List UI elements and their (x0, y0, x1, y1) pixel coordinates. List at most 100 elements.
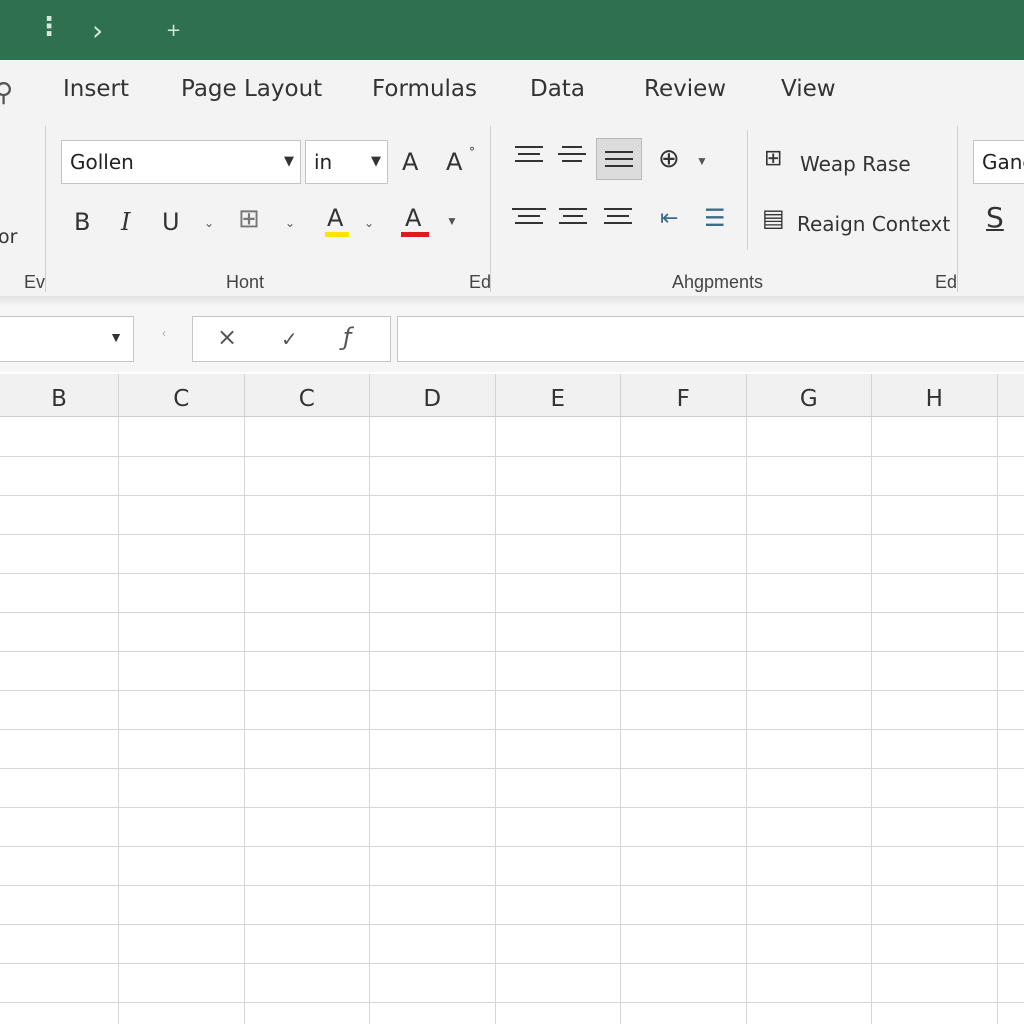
column-header[interactable]: C (245, 374, 370, 416)
grid-row-line (0, 573, 1024, 574)
chevron-right-icon[interactable]: › (92, 14, 103, 47)
grid-row-line (0, 651, 1024, 652)
grid-row-line (0, 495, 1024, 496)
font-group-label: Hont (226, 272, 265, 292)
font-name-combo[interactable]: Gollen ▼ (61, 140, 301, 184)
align-bottom-icon (605, 151, 633, 172)
formula-actions: × ✓ ƒ (192, 316, 391, 362)
chevron-down-icon[interactable]: ▼ (696, 154, 708, 168)
tab-formulas[interactable]: Formulas (372, 76, 477, 102)
grid-column-line (996, 417, 998, 1024)
name-box[interactable]: ▼ (0, 316, 134, 362)
insert-function-icon[interactable]: ƒ (343, 323, 351, 351)
font-size-combo[interactable]: in ▼ (305, 140, 388, 184)
add-icon[interactable]: + (166, 20, 181, 41)
formula-input[interactable] (397, 316, 1024, 362)
grid-row-line (0, 729, 1024, 730)
realign-button[interactable]: Reaign Context (797, 212, 950, 236)
formula-bar-handle-icon[interactable]: ‹ (162, 326, 166, 340)
chevron-down-icon[interactable]: ▼ (446, 214, 458, 228)
grid-row-line (0, 768, 1024, 769)
highlight-button[interactable]: A (327, 206, 343, 230)
chevron-down-icon[interactable]: ⌄ (285, 216, 295, 230)
orientation-icon[interactable]: ⊕ (658, 146, 680, 172)
grid-row-line (0, 846, 1024, 847)
chevron-down-icon[interactable]: ⌄ (204, 216, 214, 230)
enter-icon[interactable]: ✓ (281, 327, 298, 351)
tab-page-layout[interactable]: Page Layout (181, 76, 322, 102)
underline-button[interactable]: U (162, 210, 180, 234)
grid-row-line (0, 924, 1024, 925)
currency-button[interactable]: S (986, 204, 1004, 232)
font-group-label-right: Ed (469, 272, 492, 292)
grid-column-line (369, 417, 370, 1024)
list-indent-icon[interactable]: ☰ (704, 206, 726, 230)
tab-insert[interactable]: Insert (63, 76, 129, 102)
align-middle-icon[interactable] (558, 146, 586, 167)
grid-row-line (0, 612, 1024, 613)
tab-view[interactable]: View (781, 76, 836, 102)
align-right-icon[interactable] (604, 208, 632, 229)
cell-grid[interactable] (0, 417, 1024, 1024)
title-bar: ⋮ › + (0, 0, 1024, 60)
column-headers: BCCDEFGH (0, 374, 1024, 417)
grid-column-line (118, 417, 119, 1024)
grid-row-line (0, 1002, 1024, 1003)
column-header[interactable]: D (370, 374, 496, 416)
chevron-down-icon[interactable]: ▼ (284, 141, 294, 183)
column-header[interactable]: C (119, 374, 245, 416)
group-separator (45, 126, 46, 292)
font-color-button[interactable]: A (405, 206, 421, 230)
chevron-down-icon[interactable]: ▼ (371, 141, 381, 183)
grid-row-line (0, 534, 1024, 535)
decrease-indent-icon[interactable]: ⇤ (660, 208, 678, 230)
grid-column-line (243, 417, 245, 1024)
tab-data[interactable]: Data (530, 76, 585, 102)
grid-column-line (620, 417, 621, 1024)
column-header[interactable]: B (0, 374, 119, 416)
ribbon-tabs: ⚲ Insert Page Layout Formulas Data Revie… (0, 60, 1024, 124)
grid-row-line (0, 690, 1024, 691)
ribbon: or Ev Gollen ▼ in ▼ A A ° B I U ⌄ ⊞ ⌄ A … (0, 124, 1024, 297)
column-header[interactable]: E (496, 374, 621, 416)
grid-column-line (745, 417, 747, 1024)
shrink-font-button[interactable]: A (446, 150, 462, 174)
borders-icon[interactable]: ⊞ (238, 206, 260, 232)
wrap-text-icon[interactable]: ⊞ (764, 148, 782, 170)
wrap-text-button[interactable]: Weap Rase (800, 152, 911, 176)
group-separator (490, 126, 491, 292)
grid-row-line (0, 807, 1024, 808)
grid-column-line (494, 417, 496, 1024)
chevron-down-icon[interactable]: ⌄ (364, 216, 374, 230)
font-color-bar (401, 232, 429, 237)
chevron-down-icon[interactable]: ▼ (109, 329, 123, 345)
tab-review[interactable]: Review (644, 76, 726, 102)
more-icon[interactable]: ⋮ (36, 12, 62, 42)
align-bottom-button[interactable] (596, 138, 642, 180)
group-separator (747, 130, 748, 250)
grid-row-line (0, 885, 1024, 886)
number-format-combo[interactable]: Ganc (973, 140, 1024, 184)
formula-bar: ▼ ‹ × ✓ ƒ (0, 306, 1024, 372)
column-header[interactable]: G (747, 374, 872, 416)
clipboard-partial-label[interactable]: or (0, 226, 17, 248)
search-icon[interactable]: ⚲ (0, 78, 13, 108)
merge-icon[interactable]: ▤ (762, 206, 785, 230)
align-left-icon[interactable] (512, 208, 546, 229)
group-separator (957, 126, 958, 292)
column-header[interactable]: F (621, 374, 747, 416)
align-center-icon[interactable] (559, 208, 587, 229)
font-size-value: in (314, 150, 333, 174)
grid-column-line (871, 417, 872, 1024)
ribbon-shadow (0, 296, 1024, 306)
bold-button[interactable]: B (74, 210, 90, 234)
alignment-group-label: Ahgpments (672, 272, 764, 292)
grow-font-button[interactable]: A (402, 150, 418, 174)
align-top-icon[interactable] (515, 146, 543, 167)
italic-button[interactable]: I (121, 210, 130, 234)
column-header[interactable]: H (872, 374, 998, 416)
editing-group-label: Ev (24, 272, 46, 292)
cancel-icon[interactable]: × (217, 323, 237, 351)
alignment-group-label-right: Ed (935, 272, 958, 292)
degree-icon: ° (469, 145, 475, 159)
